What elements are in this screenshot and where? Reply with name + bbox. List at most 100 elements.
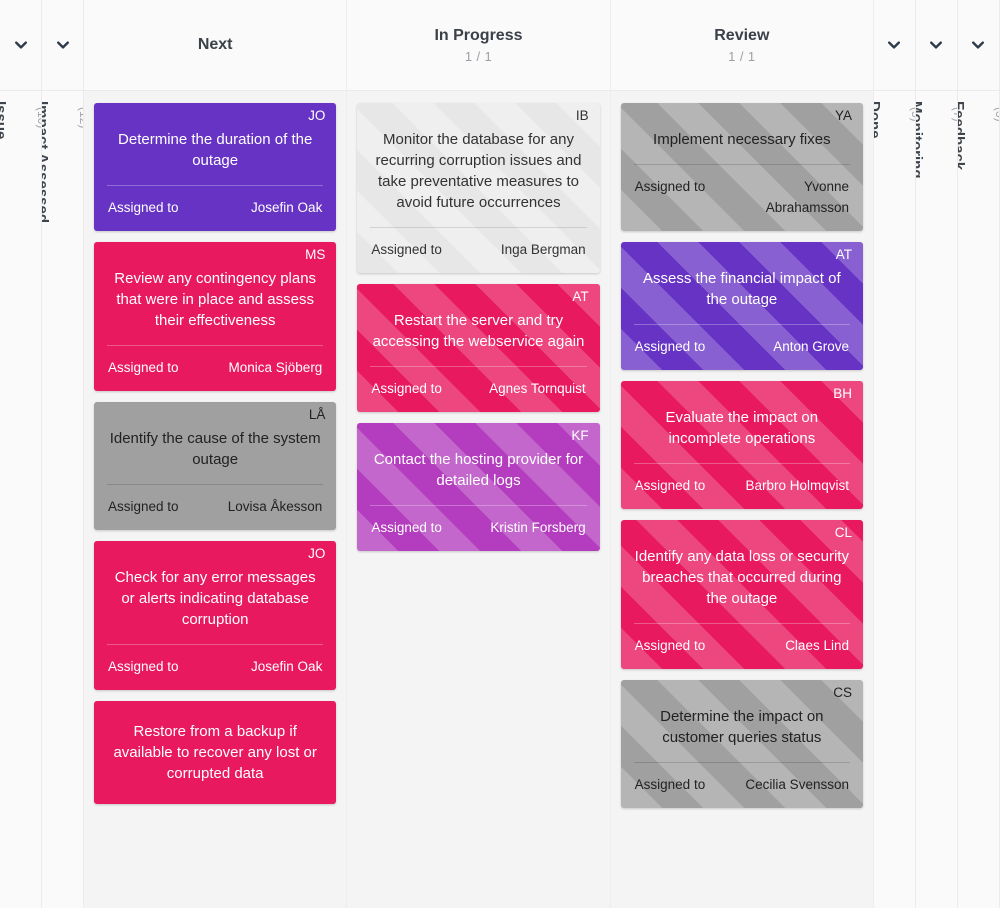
collapsed-column-count: (12) — [77, 107, 83, 129]
collapsed-column-title: Issue — [0, 101, 9, 140]
chevron-down-icon[interactable] — [886, 37, 902, 53]
avatar-initials: KF — [571, 428, 589, 443]
assigned-to-label: Assigned to — [634, 777, 706, 792]
kanban-card[interactable]: BH Evaluate the impact on incomplete oper… — [620, 381, 863, 509]
column-card-list: YA Implement necessary fixes Assigned to Yv… — [611, 91, 873, 908]
card-assignee-row: Assigned to Lovisa Åkesson — [94, 485, 336, 530]
collapsed-column-label-group: Done (5) — [874, 101, 915, 501]
collapsed-column-issue[interactable]: Issue (10) — [0, 0, 42, 908]
collapsed-column-body: Issue (10) — [0, 91, 41, 908]
column-header-collapsed — [42, 0, 83, 91]
avatar-initials: AT — [572, 289, 589, 304]
assignee-name: Yvonne Abrahamsson — [765, 179, 849, 215]
avatar-initials: YA — [834, 108, 852, 123]
card-title: Assess the financial impact of the outag… — [643, 270, 841, 308]
collapsed-column-monitoring[interactable]: Monitoring (7) — [915, 0, 958, 908]
column-header[interactable]: Review 1 / 1 — [610, 0, 873, 91]
column-card-list: JO Determine the duration of the outage As… — [84, 91, 346, 908]
collapsed-column-body: Feedback (3) — [957, 91, 999, 908]
collapsed-column-label-group: Feedback (3) — [958, 101, 999, 501]
chevron-down-icon[interactable] — [928, 37, 944, 53]
assigned-to-label: Assigned to — [371, 381, 442, 396]
avatar-initials: AT — [835, 247, 852, 262]
column-header-collapsed — [0, 0, 41, 91]
assignee-name: Lovisa Åkesson — [227, 499, 323, 514]
assignee-name: Agnes Tornquist — [489, 381, 586, 396]
column-header[interactable]: Next — [84, 0, 347, 91]
kanban-card[interactable]: CS Determine the impact on customer queri… — [620, 680, 863, 808]
assignee-name: Cecilia Svensson — [745, 777, 849, 792]
collapsed-column-feedback[interactable]: Feedback (3) — [957, 0, 1000, 908]
kanban-card[interactable]: Restore from a backup if available to re… — [94, 701, 337, 804]
card-title: Identify the cause of the system outage — [109, 430, 321, 468]
collapsed-column-label-group: Monitoring (7) — [916, 101, 957, 501]
card-assignee-row: Assigned to Josefin Oak — [94, 645, 336, 690]
avatar-initials: JO — [308, 546, 326, 561]
chevron-down-icon[interactable] — [13, 37, 29, 53]
kanban-board: Issue (10) Impact Assessed (12) Next JO Determ… — [0, 0, 1000, 908]
column-title: In Progress — [434, 26, 523, 44]
column-next: Next JO Determine the duration of the outa… — [84, 0, 348, 908]
avatar-initials: LÅ — [308, 407, 326, 422]
assigned-to-label: Assigned to — [108, 499, 179, 514]
assignee-name: Barbro Holmqvist — [745, 478, 849, 493]
kanban-card[interactable]: MS Review any contingency plans that were… — [94, 242, 337, 391]
kanban-card[interactable]: LÅ Identify the cause of the system outag… — [94, 402, 337, 530]
avatar-initials: IB — [575, 108, 589, 123]
kanban-card[interactable]: AT Assess the financial impact of the out… — [620, 242, 863, 370]
assignee-name: Monica Sjöberg — [228, 360, 323, 375]
card-title: Evaluate the impact on incomplete operat… — [665, 409, 819, 447]
assignee-name: Inga Bergman — [500, 242, 586, 257]
card-title: Restore from a backup if available to re… — [113, 723, 317, 782]
card-assignee-row: Assigned to Inga Bergman — [357, 228, 599, 273]
collapsed-column-title: Feedback — [957, 101, 967, 171]
assigned-to-label: Assigned to — [108, 659, 179, 674]
collapsed-column-count: (7) — [950, 107, 957, 122]
chevron-down-icon[interactable] — [970, 37, 986, 53]
column-header[interactable]: In Progress 1 / 1 — [347, 0, 610, 91]
kanban-card[interactable]: YA Implement necessary fixes Assigned to Yv… — [620, 103, 863, 231]
assignee-name: Josefin Oak — [251, 200, 323, 215]
chevron-down-icon[interactable] — [55, 37, 71, 53]
card-assignee-row: Assigned to Yvonne Abrahamsson — [621, 165, 863, 231]
column-header-collapsed — [873, 0, 915, 91]
assigned-to-label: Assigned to — [371, 242, 442, 257]
kanban-card[interactable]: AT Restart the server and try accessing t… — [357, 284, 600, 412]
collapsed-column-impact-assessed[interactable]: Impact Assessed (12) — [42, 0, 84, 908]
assignee-name: Anton Grove — [773, 339, 849, 354]
collapsed-column-body: Impact Assessed (12) — [42, 91, 83, 908]
collapsed-column-title: Monitoring — [915, 101, 925, 179]
column-card-list: IB Monitor the database for any recurring… — [347, 91, 609, 908]
card-assignee-row: Assigned to Josefin Oak — [94, 186, 336, 231]
card-assignee-row: Assigned to Monica Sjöberg — [94, 346, 336, 391]
assigned-to-label: Assigned to — [634, 179, 706, 194]
collapsed-column-label-group: Impact Assessed (12) — [42, 101, 83, 501]
collapsed-column-label-group: Issue (10) — [0, 101, 41, 501]
collapsed-column-done[interactable]: Done (5) — [873, 0, 916, 908]
kanban-card[interactable]: CL Identify any data loss or security bre… — [620, 520, 863, 669]
card-assignee-row: Assigned to Claes Lind — [621, 624, 863, 669]
column-review: Review 1 / 1 YA Implement necessary fixes As… — [610, 0, 874, 908]
collapsed-column-count: (5) — [908, 107, 915, 122]
card-title: Monitor the database for any recurring c… — [375, 131, 582, 211]
collapsed-column-title: Impact Assessed — [42, 101, 51, 224]
column-title: Next — [197, 36, 233, 53]
assigned-to-label: Assigned to — [371, 520, 442, 535]
card-title: Determine the impact on customer queries… — [660, 708, 824, 746]
assignee-name: Kristin Forsberg — [490, 520, 586, 535]
avatar-initials: CL — [834, 525, 852, 540]
kanban-card[interactable]: IB Monitor the database for any recurring… — [357, 103, 600, 273]
column-title: Review — [714, 26, 770, 44]
assigned-to-label: Assigned to — [108, 200, 179, 215]
avatar-initials: JO — [308, 108, 326, 123]
assigned-to-label: Assigned to — [634, 478, 706, 493]
assigned-to-label: Assigned to — [108, 360, 179, 375]
card-assignee-row: Assigned to Anton Grove — [621, 325, 863, 370]
column-header-collapsed — [957, 0, 999, 91]
card-title: Review any contingency plans that were i… — [114, 270, 317, 329]
kanban-card[interactable]: KF Contact the hosting provider for detai… — [357, 423, 600, 551]
collapsed-column-title: Done — [873, 101, 883, 139]
kanban-card[interactable]: JO Determine the duration of the outage As… — [94, 103, 337, 231]
column-in-progress: In Progress 1 / 1 IB Monitor the database f… — [347, 0, 611, 908]
kanban-card[interactable]: JO Check for any error messages or alerts… — [94, 541, 337, 690]
